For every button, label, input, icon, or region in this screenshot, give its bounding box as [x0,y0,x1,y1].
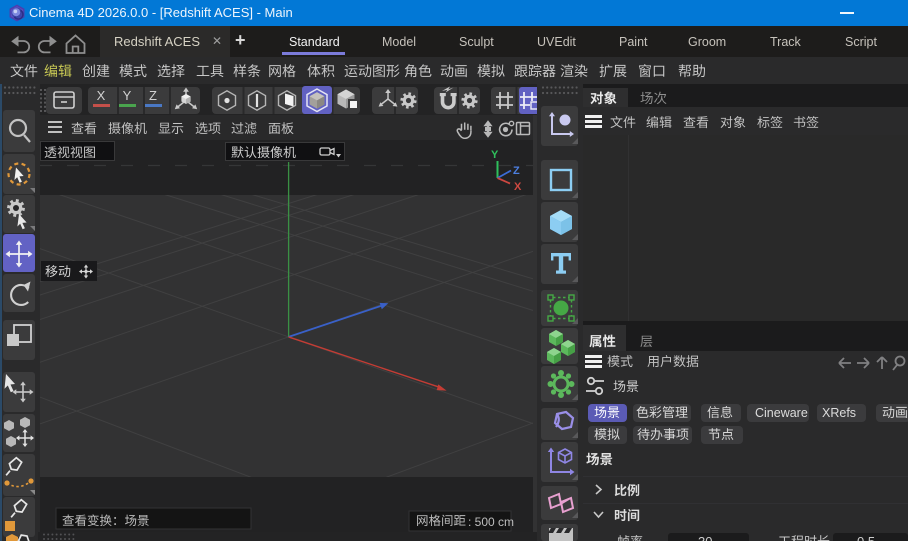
svg-text:Z: Z [513,165,520,177]
svg-text:Y: Y [491,149,499,161]
svg-text:X: X [514,181,522,193]
svg-text:Z: Z [149,88,157,103]
svg-text:X: X [97,88,106,103]
svg-text:Y: Y [123,88,132,103]
